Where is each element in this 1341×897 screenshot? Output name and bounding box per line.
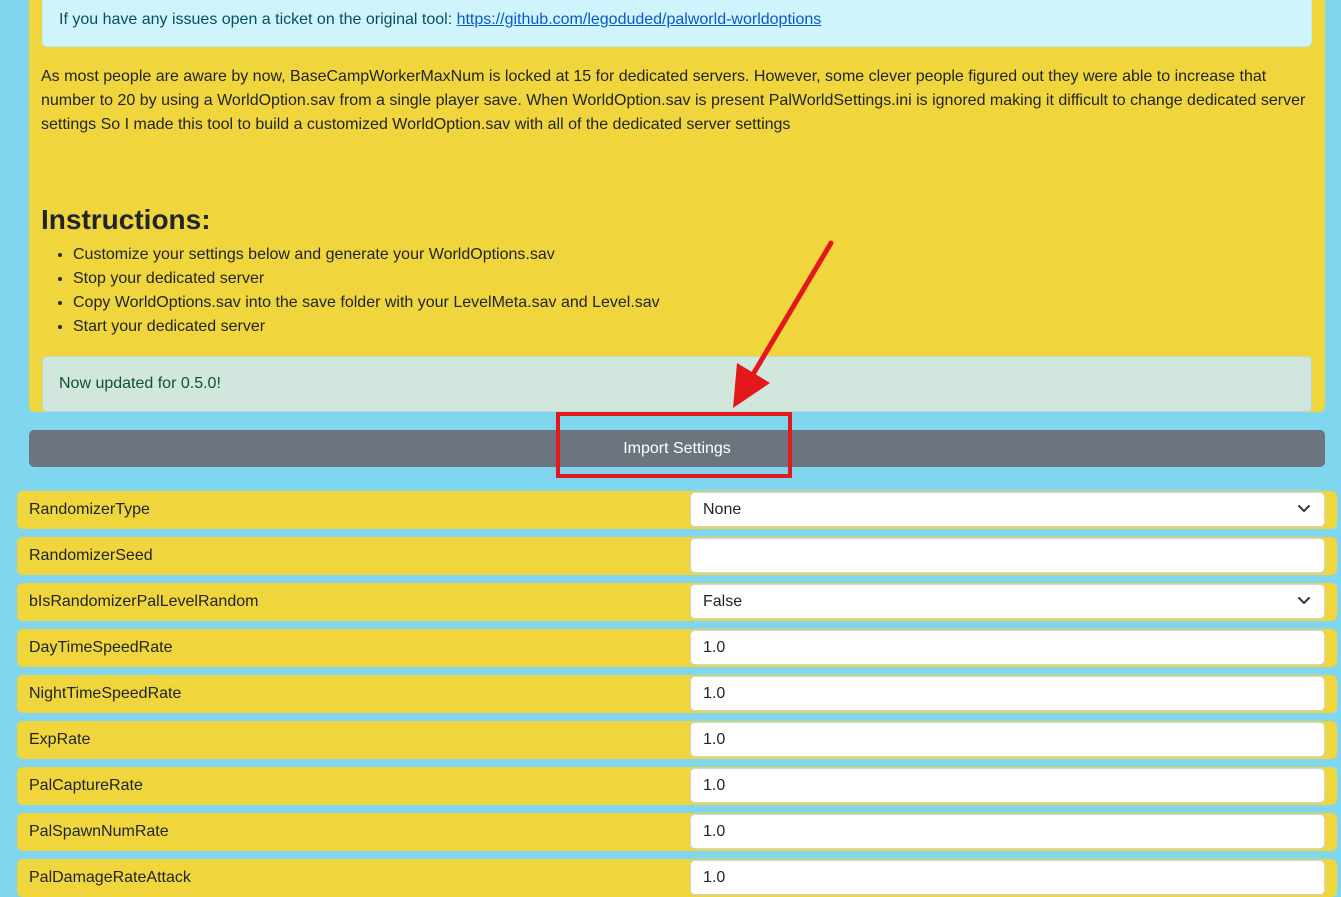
setting-row-randomizer-type: RandomizerType None bbox=[17, 491, 1337, 529]
pal-damage-rate-attack-input[interactable] bbox=[690, 860, 1325, 895]
instructions-list: Customize your settings below and genera… bbox=[41, 243, 660, 339]
night-time-speed-rate-input[interactable] bbox=[690, 676, 1325, 711]
import-settings-button[interactable]: Import Settings bbox=[29, 430, 1325, 467]
setting-label: bIsRandomizerPalLevelRandom bbox=[29, 593, 259, 610]
randomizer-pal-level-random-select[interactable]: False bbox=[690, 584, 1325, 619]
instruction-item: Start your dedicated server bbox=[73, 315, 660, 339]
chevron-down-icon bbox=[1298, 505, 1310, 512]
select-value: False bbox=[703, 593, 743, 610]
day-time-speed-rate-input[interactable] bbox=[690, 630, 1325, 665]
randomizer-seed-input[interactable] bbox=[690, 538, 1325, 573]
setting-row-exp-rate: ExpRate bbox=[17, 721, 1337, 759]
pal-spawn-num-rate-input[interactable] bbox=[690, 814, 1325, 849]
setting-label: PalSpawnNumRate bbox=[29, 823, 169, 840]
setting-row-randomizer-seed: RandomizerSeed bbox=[17, 537, 1337, 575]
page: If you have any issues open a ticket on … bbox=[0, 0, 1341, 897]
instruction-item: Customize your settings below and genera… bbox=[73, 243, 660, 267]
setting-label: PalCaptureRate bbox=[29, 777, 143, 794]
setting-row-pal-spawn-num-rate: PalSpawnNumRate bbox=[17, 813, 1337, 851]
setting-row-day-time-speed-rate: DayTimeSpeedRate bbox=[17, 629, 1337, 667]
setting-label: DayTimeSpeedRate bbox=[29, 639, 173, 656]
update-alert: Now updated for 0.5.0! bbox=[42, 356, 1312, 412]
chevron-down-icon bbox=[1298, 597, 1310, 604]
pal-capture-rate-input[interactable] bbox=[690, 768, 1325, 803]
intro-card bbox=[29, 0, 1325, 412]
instruction-item: Stop your dedicated server bbox=[73, 267, 660, 291]
setting-row-pal-damage-rate-attack: PalDamageRateAttack bbox=[17, 859, 1337, 897]
github-link[interactable]: https://github.com/legoduded/palworld-wo… bbox=[457, 11, 822, 28]
exp-rate-input[interactable] bbox=[690, 722, 1325, 757]
setting-label: RandomizerSeed bbox=[29, 547, 153, 564]
setting-row-pal-capture-rate: PalCaptureRate bbox=[17, 767, 1337, 805]
setting-label: RandomizerType bbox=[29, 501, 150, 518]
randomizer-type-select[interactable]: None bbox=[690, 492, 1325, 527]
instruction-item: Copy WorldOptions.sav into the save fold… bbox=[73, 291, 660, 315]
description-text: As most people are aware by now, BaseCam… bbox=[41, 68, 1306, 133]
instructions-heading: Instructions: bbox=[41, 204, 211, 235]
setting-row-night-time-speed-rate: NightTimeSpeedRate bbox=[17, 675, 1337, 713]
select-value: None bbox=[703, 501, 742, 518]
setting-label: ExpRate bbox=[29, 731, 91, 748]
setting-label: PalDamageRateAttack bbox=[29, 869, 191, 886]
setting-label: NightTimeSpeedRate bbox=[29, 685, 182, 702]
setting-row-randomizer-pal-level-random: bIsRandomizerPalLevelRandom False bbox=[17, 583, 1337, 621]
info-alert-text: If you have any issues open a ticket on … bbox=[59, 11, 457, 28]
info-alert: If you have any issues open a ticket on … bbox=[42, 0, 1312, 47]
